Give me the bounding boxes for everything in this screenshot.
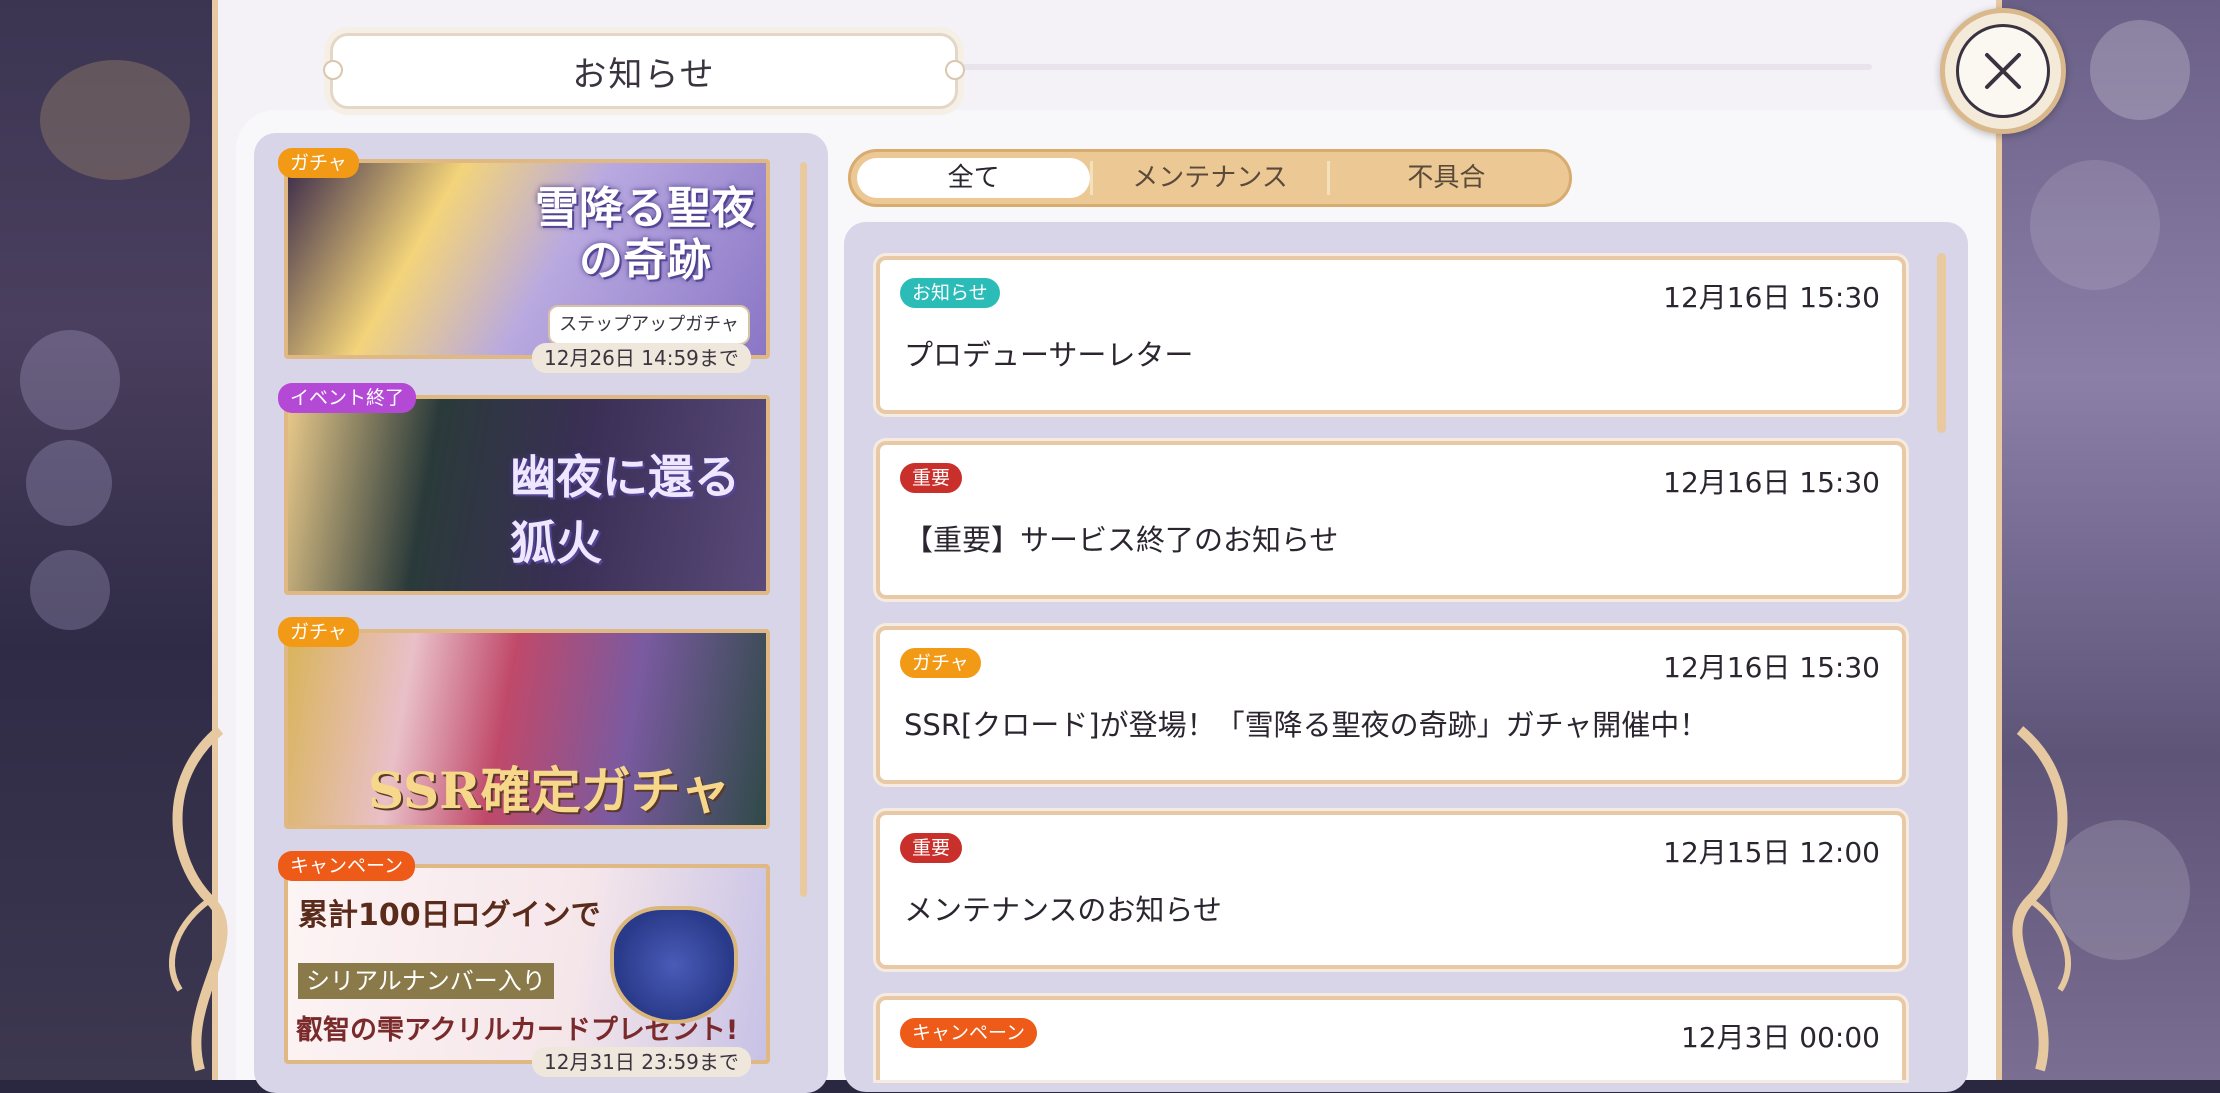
banner-scrollbar[interactable] bbox=[800, 162, 807, 897]
banner-tag: キャンペーン bbox=[278, 851, 416, 881]
news-title: SSR[クロード]が登場！「雪降る聖夜の奇跡」ガチャ開催中！ bbox=[904, 708, 1709, 742]
close-icon bbox=[1956, 24, 2050, 118]
banner-tag: ガチャ bbox=[278, 617, 359, 647]
news-item[interactable]: 重要 12月15日 12:00 メンテナンスのお知らせ bbox=[876, 811, 1906, 969]
news-item[interactable]: 重要 12月16日 15:30 【重要】サービス終了のお知らせ bbox=[876, 441, 1906, 599]
banner-title: 幽夜に還る狐火 bbox=[510, 450, 740, 570]
news-scrollbar[interactable] bbox=[1937, 253, 1946, 433]
banner-event-night[interactable]: 幽夜に還る狐火 bbox=[284, 395, 770, 595]
title-divider bbox=[952, 64, 1872, 70]
banner-tag: イベント終了 bbox=[278, 383, 417, 413]
news-title: プロデューサーレター bbox=[904, 338, 1194, 372]
close-button[interactable] bbox=[1940, 8, 2066, 134]
news-date: 12月15日 12:00 bbox=[1663, 836, 1880, 869]
news-badge: 重要 bbox=[900, 833, 963, 863]
news-badge: キャンペーン bbox=[900, 1018, 1038, 1048]
news-date: 12月16日 15:30 bbox=[1663, 281, 1880, 314]
banner-ssr-gacha[interactable]: SSR確定ガチャ bbox=[284, 629, 770, 829]
banner-login-campaign[interactable]: 累計100日ログインで シリアルナンバー入り 叡智の雫アクリルカードプレゼント! bbox=[284, 864, 770, 1064]
banner-tag: ガチャ bbox=[278, 148, 359, 178]
tab-bug[interactable]: 不具合 bbox=[1330, 158, 1563, 198]
banner-date: 12月31日 23:59まで bbox=[532, 1047, 751, 1077]
news-date: 12月16日 15:30 bbox=[1663, 651, 1880, 684]
category-tabs: 全て メンテナンス 不具合 bbox=[848, 149, 1572, 207]
banner-line: 累計100日ログインで bbox=[298, 898, 601, 933]
news-item[interactable]: ガチャ 12月16日 15:30 SSR[クロード]が登場！「雪降る聖夜の奇跡」… bbox=[876, 626, 1906, 784]
banner-title: SSR確定ガチャ bbox=[368, 761, 731, 820]
news-item[interactable]: お知らせ 12月16日 15:30 プロデューサーレター bbox=[876, 256, 1906, 414]
banner-line: シリアルナンバー入り bbox=[298, 963, 554, 999]
ornament-left-icon bbox=[168, 726, 228, 1072]
tab-all[interactable]: 全て bbox=[857, 158, 1091, 198]
ornament-right-icon bbox=[2012, 726, 2072, 1072]
news-title: 【重要】サービス終了のお知らせ bbox=[904, 523, 1339, 557]
acrylic-card-icon bbox=[610, 906, 738, 1024]
news-date: 12月16日 15:30 bbox=[1663, 466, 1880, 499]
news-item[interactable]: キャンペーン 12月3日 00:00 bbox=[876, 996, 1906, 1080]
news-badge: 重要 bbox=[900, 463, 963, 493]
news-badge: お知らせ bbox=[900, 278, 1000, 308]
tab-maintenance[interactable]: メンテナンス bbox=[1093, 158, 1326, 198]
news-badge: ガチャ bbox=[900, 648, 981, 678]
page-title: お知らせ bbox=[323, 33, 965, 109]
banner-date: 12月26日 14:59まで bbox=[532, 343, 751, 373]
banner-subtitle: ステップアップガチャ bbox=[548, 305, 750, 345]
news-title: メンテナンスのお知らせ bbox=[904, 893, 1222, 927]
banner-title: 雪降る聖夜の奇跡 bbox=[535, 183, 755, 286]
news-date: 12月3日 00:00 bbox=[1680, 1021, 1880, 1054]
